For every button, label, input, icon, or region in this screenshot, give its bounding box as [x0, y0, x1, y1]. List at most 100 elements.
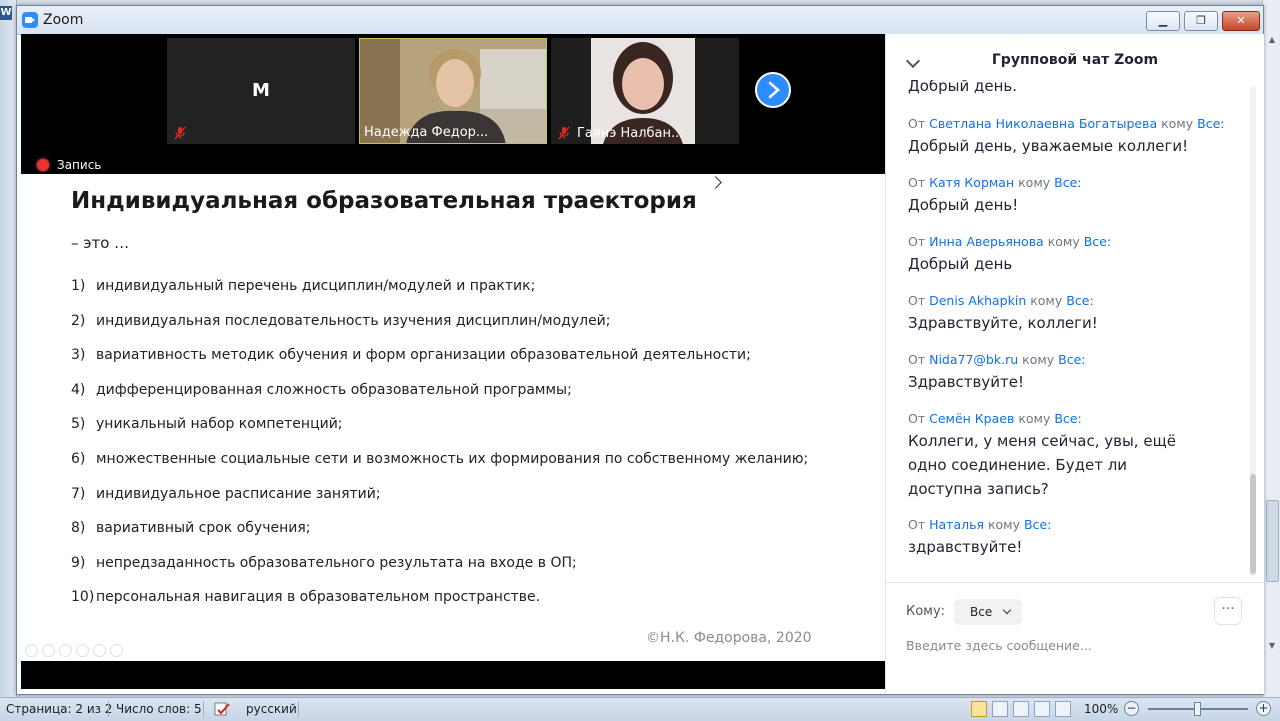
zoom-in-button[interactable]: + [1256, 701, 1271, 716]
slide-zoom-icon[interactable] [93, 644, 106, 657]
zoom-window: Zoom ▁ ❐ ✕ M Надежда Федор... Гаянэ Налб… [16, 5, 1264, 695]
spellcheck-icon[interactable] [213, 701, 231, 717]
mic-muted-icon [558, 126, 570, 140]
chat-recipient: Все: [1024, 517, 1052, 532]
slide-prev-icon[interactable] [25, 644, 38, 657]
chat-message-text: Добрый день. [908, 80, 1018, 95]
title-bar[interactable]: Zoom ▁ ❐ ✕ [17, 6, 1263, 35]
chat-sender[interactable]: Nida77@bk.ru [929, 352, 1018, 367]
list-item: 3) вариативность методик обучения и форм … [71, 347, 751, 364]
slide-next-icon[interactable] [42, 644, 55, 657]
status-divider [203, 701, 204, 717]
mic-muted-icon [174, 126, 186, 140]
chat-message-text: Добрый день! [908, 196, 1019, 214]
status-divider [108, 701, 109, 717]
video-bottom-bar [21, 661, 885, 689]
chat-header: Групповой чат Zoom [886, 34, 1264, 86]
list-item: 6) множественные социальные сети и возмож… [71, 450, 809, 467]
chat-message-text: Здравствуйте, коллеги! [908, 314, 1098, 332]
word-left-edge: W [0, 0, 17, 698]
chat-message-text: Добрый день [908, 255, 1013, 273]
recording-label: Запись [57, 158, 102, 172]
chevron-right-icon [768, 81, 780, 99]
page-indicator[interactable]: Страница: 2 из 2 [6, 702, 112, 716]
chat-message-list[interactable]: Добрый день. От Светлана Николаевна Бога… [886, 80, 1264, 580]
chat-message-meta: От Катя Корман кому Все: [908, 175, 1082, 190]
chat-recipient: Все: [1054, 411, 1082, 426]
chat-sender[interactable]: Катя Корман [929, 175, 1014, 190]
language-indicator[interactable]: русский [246, 702, 297, 716]
chat-message-meta: От Инна Аверьянова кому Все: [908, 234, 1112, 249]
list-item: 5) уникальный набор компетенций; [71, 416, 343, 433]
word-app-icon: W [0, 6, 12, 20]
close-button[interactable]: ✕ [1222, 11, 1260, 31]
chat-panel: Групповой чат Zoom Добрый день. От Светл… [885, 34, 1264, 694]
list-item: 4) дифференцированная сложность образоват… [71, 381, 572, 398]
slide-list: 1) индивидуальный перечень дисциплин/моду… [71, 278, 808, 624]
recording-indicator[interactable]: Запись [37, 158, 101, 172]
word-count[interactable]: Число слов: 5 [116, 702, 202, 716]
scrollbar-thumb[interactable] [1266, 500, 1279, 582]
minimize-button[interactable]: ▁ [1146, 11, 1180, 31]
slide-controls[interactable] [25, 644, 123, 657]
video-strip: M Надежда Федор... Гаянэ Налбан... Запис… [21, 34, 885, 174]
participant-name: Гаянэ Налбан... [577, 126, 684, 141]
chat-sender[interactable]: Наталья [929, 517, 984, 532]
video-tile-m[interactable]: M [167, 38, 355, 144]
chat-scrollbar-thumb[interactable] [1250, 474, 1256, 574]
more-options-button[interactable]: ··· [1214, 597, 1242, 625]
chat-footer: Кому: Все ··· [886, 582, 1264, 695]
list-item: 10) персональная навигация в образователь… [71, 589, 541, 606]
chat-message-text: Здравствуйте! [908, 373, 1024, 391]
participant-initial: M [252, 80, 270, 101]
chat-message-input[interactable] [906, 635, 1246, 655]
video-tile-gayane[interactable]: Гаянэ Налбан... [551, 38, 739, 144]
mouse-cursor-icon [709, 176, 722, 189]
chat-sender[interactable]: Светлана Николаевна Богатырева [929, 116, 1157, 131]
slide-copyright: ©Н.К. Федорова, 2020 [646, 630, 812, 646]
outline-view-icon[interactable] [1034, 701, 1050, 717]
list-item: 7) индивидуальное расписание занятий; [71, 485, 381, 502]
chat-recipient: Все: [1083, 234, 1112, 249]
chat-sender[interactable]: Семён Краев [929, 411, 1014, 426]
chat-message-meta: От Nida77@bk.ru кому Все: [908, 352, 1086, 367]
chat-title: Групповой чат Zoom [991, 52, 1159, 68]
word-vertical-scrollbar[interactable]: ▲ ▼ [1262, 0, 1280, 698]
video-tile-nadezhda[interactable]: Надежда Федор... [359, 38, 547, 144]
chat-recipient: Все: [1054, 175, 1082, 190]
next-participants-button[interactable] [755, 72, 791, 108]
chat-sender[interactable]: Denis Akhapkin [929, 293, 1026, 308]
draft-view-icon[interactable] [1055, 701, 1071, 717]
chat-message-meta: От Наталья кому Все: [908, 517, 1052, 532]
chat-recipient: Все: [1058, 352, 1086, 367]
zoom-out-button[interactable]: − [1124, 701, 1139, 716]
slide-marker-icon[interactable] [76, 644, 89, 657]
participant-name: Надежда Федор... [364, 125, 489, 140]
slide-subtitle: – это … [71, 234, 130, 252]
chat-recipient: Все: [1066, 293, 1094, 308]
scroll-up-arrow-icon[interactable]: ▲ [1266, 34, 1278, 46]
zoom-slider-handle[interactable] [1194, 702, 1201, 716]
recipient-select[interactable]: Все [954, 599, 1022, 625]
chat-message-meta: От Семён Краев кому Все: [908, 411, 1082, 426]
chat-message-text: Коллеги, у меня сейчас, увы, ещё одно со… [908, 432, 1176, 498]
chat-sender[interactable]: Инна Аверьянова [929, 234, 1044, 249]
full-screen-reading-view-icon[interactable] [992, 701, 1008, 717]
status-divider [298, 701, 299, 717]
recording-dot-icon [37, 159, 49, 171]
chat-message-text: Добрый день, уважаемые коллеги! [908, 137, 1189, 155]
maximize-button[interactable]: ❐ [1184, 11, 1218, 31]
to-label: Кому: [906, 604, 946, 619]
web-layout-view-icon[interactable] [1013, 701, 1029, 717]
slide-more-icon[interactable] [110, 644, 123, 657]
zoom-level[interactable]: 100% [1084, 702, 1118, 716]
scroll-down-arrow-icon[interactable]: ▼ [1266, 640, 1278, 652]
chat-message-text: здравствуйте! [908, 538, 1023, 556]
list-item: 2) индивидуальная последовательность изуч… [71, 312, 611, 329]
slide-pen-icon[interactable] [59, 644, 72, 657]
print-layout-view-icon[interactable] [971, 701, 987, 717]
chat-scrollbar[interactable] [1250, 86, 1256, 576]
chat-recipient: Все: [1197, 116, 1225, 131]
list-item: 9) непредзаданность образовательного резу… [71, 554, 577, 571]
word-status-bar: Страница: 2 из 2 Число слов: 5 русский 1… [0, 697, 1280, 721]
